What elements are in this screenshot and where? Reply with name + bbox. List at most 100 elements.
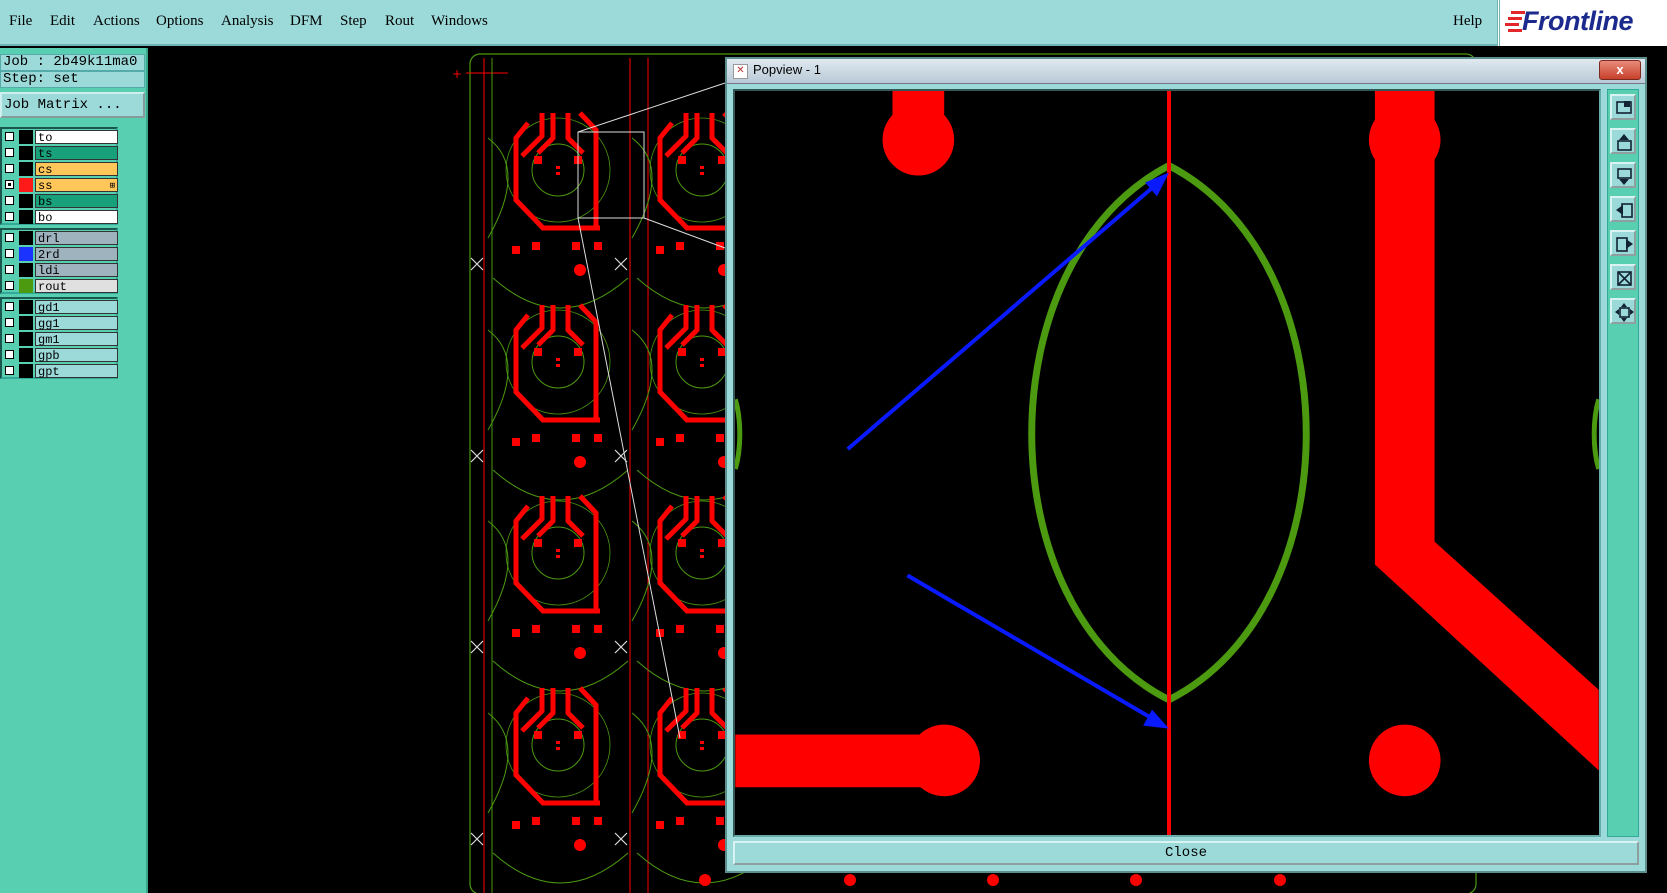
layer-row-gpt[interactable]: gpt [2,363,118,379]
pad-top-right [1368,103,1441,176]
copper-via [574,264,586,276]
layer-name[interactable]: gpb [35,348,118,363]
menu-step[interactable]: Step [340,13,367,30]
layer-checkbox[interactable] [5,148,14,157]
zoom-area-button[interactable] [1610,298,1636,324]
layer-color-swatch[interactable] [19,348,33,362]
fiducial-mark: + [452,67,462,81]
popview-canvas[interactable] [733,89,1601,837]
marker-arrow-top [846,177,1165,451]
copper-pad [512,438,520,446]
layer-color-swatch[interactable] [19,316,33,330]
layer-name[interactable]: 2rd [35,247,118,262]
layer-color-swatch[interactable] [19,332,33,346]
layer-checkbox[interactable] [5,366,14,375]
layer-checkbox[interactable] [5,164,14,173]
window-close-button[interactable]: x [1599,60,1641,80]
layer-row-to[interactable]: to [2,129,118,145]
fit-button[interactable] [1610,264,1636,290]
layer-row-2rd[interactable]: 2rd [2,246,118,262]
rout-arc [492,852,629,884]
menu-dfm[interactable]: DFM [290,13,323,30]
layer-name[interactable]: to [35,130,118,145]
zoom-out-button[interactable] [1610,162,1636,188]
menu-help[interactable]: Help [1453,13,1482,30]
layer-row-gd1[interactable]: gd1 [2,299,118,315]
close-button[interactable]: Close [733,841,1639,865]
layer-color-swatch[interactable] [19,300,33,314]
copper-pad [676,817,684,825]
layer-row-cs[interactable]: cs [2,161,118,177]
layer-name[interactable]: bo [35,210,118,225]
menu-edit[interactable]: Edit [50,13,75,30]
layer-checkbox[interactable] [5,233,14,242]
layer-name[interactable]: rout [35,279,118,294]
layer-row-ldi[interactable]: ldi [2,262,118,278]
layer-row-gm1[interactable]: gm1 [2,331,118,347]
copper-pad [700,172,704,175]
layer-checkbox[interactable] [5,249,14,258]
layer-color-swatch[interactable] [19,130,33,144]
layer-row-drl[interactable]: drl [2,230,118,246]
layer-checkbox[interactable] [5,212,14,221]
zoom-home-button[interactable] [1610,94,1636,120]
menu-analysis[interactable]: Analysis [221,13,274,30]
layer-row-bs[interactable]: bs [2,193,118,209]
layer-color-swatch[interactable] [19,263,33,277]
layer-name[interactable]: gd1 [35,300,118,315]
layer-checkbox[interactable] [5,132,14,141]
popview-window: ✕ Popview - 1 x Close [725,57,1647,873]
copper-via [574,456,586,468]
layer-name[interactable]: ldi [35,263,118,278]
layer-row-bo[interactable]: bo [2,209,118,225]
layer-checkbox[interactable] [5,302,14,311]
layer-name[interactable]: drl [35,231,118,246]
layer-row-rout[interactable]: rout [2,278,118,294]
pan-left-icon [1616,203,1633,218]
popview-titlebar[interactable]: ✕ Popview - 1 x [727,59,1645,84]
layer-name[interactable]: gm1 [35,332,118,347]
pan-right-icon [1616,237,1633,252]
layer-name[interactable]: gg1 [35,316,118,331]
layer-color-swatch[interactable] [19,247,33,261]
layer-color-swatch[interactable] [19,210,33,224]
layer-name[interactable]: cs [35,162,118,177]
copper-pad [556,555,560,558]
layer-checkbox[interactable] [5,281,14,290]
zoom-in-button[interactable] [1610,128,1636,154]
layer-color-swatch[interactable] [19,146,33,160]
pan-left-button[interactable] [1610,196,1636,222]
layer-color-swatch[interactable] [19,162,33,176]
layer-checkbox[interactable] [5,334,14,343]
menu-file[interactable]: File [9,13,32,30]
rout-arc [487,137,509,239]
layer-checkbox[interactable] [5,318,14,327]
layer-name[interactable]: gpt [35,364,118,379]
menu-rout[interactable]: Rout [385,13,414,30]
layer-row-ss[interactable]: ss ⊞ [2,177,118,193]
layer-name[interactable]: ss ⊞ [35,178,118,193]
copper-pad [594,625,602,633]
layer-row-gpb[interactable]: gpb [2,347,118,363]
layer-checkbox[interactable] [5,265,14,274]
layer-color-swatch[interactable] [19,279,33,293]
copper-pad [572,625,580,633]
job-matrix-button[interactable]: Job Matrix ... [0,92,145,118]
layer-name[interactable]: bs [35,194,118,209]
menu-options[interactable]: Options [156,13,204,30]
layer-color-swatch[interactable] [19,364,33,378]
layer-color-swatch[interactable] [19,231,33,245]
layer-checkbox[interactable] [5,350,14,359]
rout-arc [492,660,629,692]
layer-row-gg1[interactable]: gg1 [2,315,118,331]
menu-actions[interactable]: Actions [93,13,140,30]
pan-right-button[interactable] [1610,230,1636,256]
layer-checkbox[interactable] [5,196,14,205]
layer-color-swatch[interactable] [19,178,33,192]
layer-row-ts[interactable]: ts [2,145,118,161]
layer-checkbox[interactable] [5,180,14,189]
layer-name[interactable]: ts [35,146,118,161]
tooling-mark-icon [470,257,484,271]
layer-color-swatch[interactable] [19,194,33,208]
menu-windows[interactable]: Windows [431,13,488,30]
